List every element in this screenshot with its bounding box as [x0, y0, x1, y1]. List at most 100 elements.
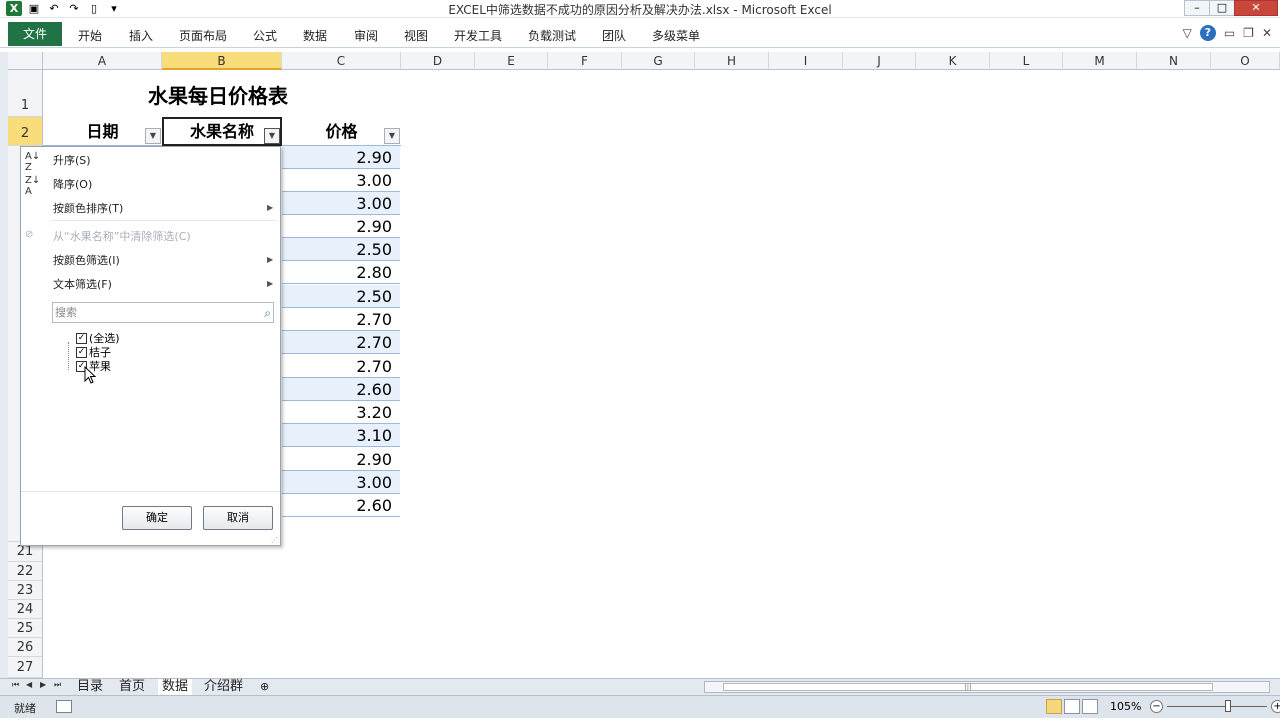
- row-header-2[interactable]: 2: [8, 117, 43, 146]
- tab-file[interactable]: 文件: [8, 22, 62, 46]
- tab-load-test[interactable]: 负载测试: [528, 27, 576, 44]
- close-button[interactable]: ✕: [1234, 0, 1278, 16]
- price-cell[interactable]: 2.70: [282, 331, 400, 354]
- menu-item-text-filters[interactable]: 文本筛选(F): [53, 276, 112, 292]
- price-cell[interactable]: 2.90: [282, 146, 400, 169]
- column-header-h[interactable]: H: [695, 52, 769, 70]
- menu-item-clear-filter: 从“水果名称”中清除筛选(C): [53, 230, 191, 243]
- zoom-out-icon[interactable]: −: [1150, 700, 1163, 713]
- price-cell[interactable]: 2.70: [282, 355, 400, 378]
- zoom-slider[interactable]: − +: [1150, 700, 1280, 713]
- column-header-g[interactable]: G: [622, 52, 695, 70]
- workbook-restore-icon[interactable]: ❐: [1243, 26, 1254, 40]
- column-header-b[interactable]: B: [162, 52, 282, 70]
- price-cell[interactable]: 2.60: [282, 494, 400, 517]
- page-break-view-icon[interactable]: [1082, 699, 1098, 714]
- menu-item-sort-descending[interactable]: 降序(O): [53, 176, 92, 192]
- column-header-n[interactable]: N: [1137, 52, 1211, 70]
- tab-review[interactable]: 审阅: [354, 27, 378, 44]
- workbook-close-icon[interactable]: ✕: [1262, 26, 1272, 40]
- sheet-title-cell[interactable]: 水果每日价格表: [148, 80, 288, 109]
- restore-button[interactable]: □: [1209, 0, 1235, 16]
- filter-dropdown-price[interactable]: ▼: [384, 128, 400, 144]
- normal-view-icon[interactable]: [1046, 699, 1062, 714]
- sheet-tab-data[interactable]: 数据: [158, 679, 193, 695]
- column-header-i[interactable]: I: [769, 52, 843, 70]
- help-icon[interactable]: ?: [1199, 25, 1216, 41]
- submenu-arrow-icon: ▶: [267, 255, 274, 264]
- submenu-arrow-icon: ▶: [267, 203, 274, 212]
- row-header-23[interactable]: 23: [8, 581, 43, 600]
- filter-dropdown-date[interactable]: ▼: [145, 128, 161, 144]
- price-cell[interactable]: 3.20: [282, 401, 400, 424]
- tab-team[interactable]: 团队: [602, 27, 626, 44]
- row-header-27[interactable]: 27: [8, 657, 43, 678]
- first-sheet-icon[interactable]: ⏮: [12, 680, 19, 690]
- row-header-25[interactable]: 25: [8, 619, 43, 638]
- next-sheet-icon[interactable]: ▶: [40, 680, 46, 689]
- price-cell[interactable]: 2.50: [282, 238, 400, 261]
- row-header-22[interactable]: 22: [8, 562, 43, 581]
- column-header-f[interactable]: F: [548, 52, 622, 70]
- price-cell[interactable]: 3.00: [282, 169, 400, 192]
- checkbox-checked-icon[interactable]: ✓: [76, 332, 87, 344]
- price-cell[interactable]: 3.10: [282, 424, 400, 447]
- column-header-l[interactable]: L: [990, 52, 1063, 70]
- zoom-level[interactable]: 105%: [1110, 700, 1141, 713]
- zoom-slider-knob[interactable]: [1225, 700, 1231, 712]
- column-header-a[interactable]: A: [43, 52, 162, 70]
- row-header-26[interactable]: 26: [8, 638, 43, 657]
- cancel-button[interactable]: 取消: [203, 506, 273, 530]
- page-layout-view-icon[interactable]: [1064, 699, 1080, 714]
- column-header-k[interactable]: K: [916, 52, 990, 70]
- menu-item-filter-by-color[interactable]: 按颜色筛选(I): [53, 252, 120, 268]
- minimize-button[interactable]: –: [1184, 0, 1210, 16]
- price-cell[interactable]: 2.90: [282, 215, 400, 238]
- sheet-tab-intro-group[interactable]: 介绍群: [200, 679, 247, 695]
- sheet-tab-home[interactable]: 首页: [115, 679, 149, 695]
- insert-sheet-icon[interactable]: ⊕: [256, 679, 273, 695]
- price-cell[interactable]: 2.80: [282, 261, 400, 284]
- price-cell[interactable]: 2.50: [282, 285, 400, 308]
- column-header-o[interactable]: O: [1211, 52, 1280, 70]
- workbook-minimize-icon[interactable]: ▭: [1224, 26, 1235, 40]
- price-cell[interactable]: 2.70: [282, 308, 400, 331]
- tab-multilevel-menu[interactable]: 多级菜单: [652, 27, 700, 44]
- price-cell[interactable]: 3.00: [282, 192, 400, 215]
- tab-developer[interactable]: 开发工具: [454, 27, 502, 44]
- resize-grip-icon[interactable]: ⋰: [271, 536, 278, 544]
- filter-dropdown-fruit-name[interactable]: ▼: [264, 128, 280, 144]
- tab-insert[interactable]: 插入: [129, 27, 153, 44]
- price-cell[interactable]: 2.60: [282, 378, 400, 401]
- filter-search-input[interactable]: 搜索 ⌕: [52, 302, 274, 323]
- horizontal-scrollbar[interactable]: |||: [704, 681, 1270, 693]
- column-header-e[interactable]: E: [475, 52, 548, 70]
- column-header-m[interactable]: M: [1063, 52, 1137, 70]
- price-cell[interactable]: 2.90: [282, 448, 400, 471]
- select-all-corner[interactable]: [8, 52, 43, 70]
- menu-item-sort-by-color[interactable]: 按颜色排序(T): [53, 200, 123, 216]
- macro-record-icon[interactable]: [56, 700, 72, 713]
- menu-item-sort-ascending[interactable]: 升序(S): [53, 152, 91, 168]
- tab-page-layout[interactable]: 页面布局: [179, 27, 227, 44]
- column-header-d[interactable]: D: [401, 52, 475, 70]
- collapse-ribbon-icon[interactable]: ▽: [1183, 26, 1192, 40]
- price-cell[interactable]: 3.00: [282, 471, 400, 494]
- checkbox-checked-icon[interactable]: ✓: [76, 346, 87, 358]
- scrollbar-thumb[interactable]: |||: [723, 683, 1213, 691]
- tab-home[interactable]: 开始: [78, 27, 102, 44]
- tab-data[interactable]: 数据: [303, 27, 327, 44]
- last-sheet-icon[interactable]: ⏭: [54, 680, 61, 690]
- ok-button[interactable]: 确定: [122, 506, 192, 530]
- tab-formulas[interactable]: 公式: [253, 27, 277, 44]
- left-edge-bar: [0, 52, 8, 678]
- row-header-1[interactable]: 1: [8, 70, 43, 117]
- zoom-in-icon[interactable]: +: [1271, 700, 1280, 713]
- prev-sheet-icon[interactable]: ◀: [26, 680, 32, 689]
- row-header-24[interactable]: 24: [8, 600, 43, 619]
- sheet-tab-catalog[interactable]: 目录: [73, 679, 107, 695]
- column-header-j[interactable]: J: [843, 52, 916, 70]
- column-header-c[interactable]: C: [282, 52, 401, 70]
- tab-view[interactable]: 视图: [404, 27, 428, 44]
- sheet-tab-bar: ⏮ ◀ ▶ ⏭ 目录 首页 数据 介绍群 ⊕ |||: [0, 678, 1280, 695]
